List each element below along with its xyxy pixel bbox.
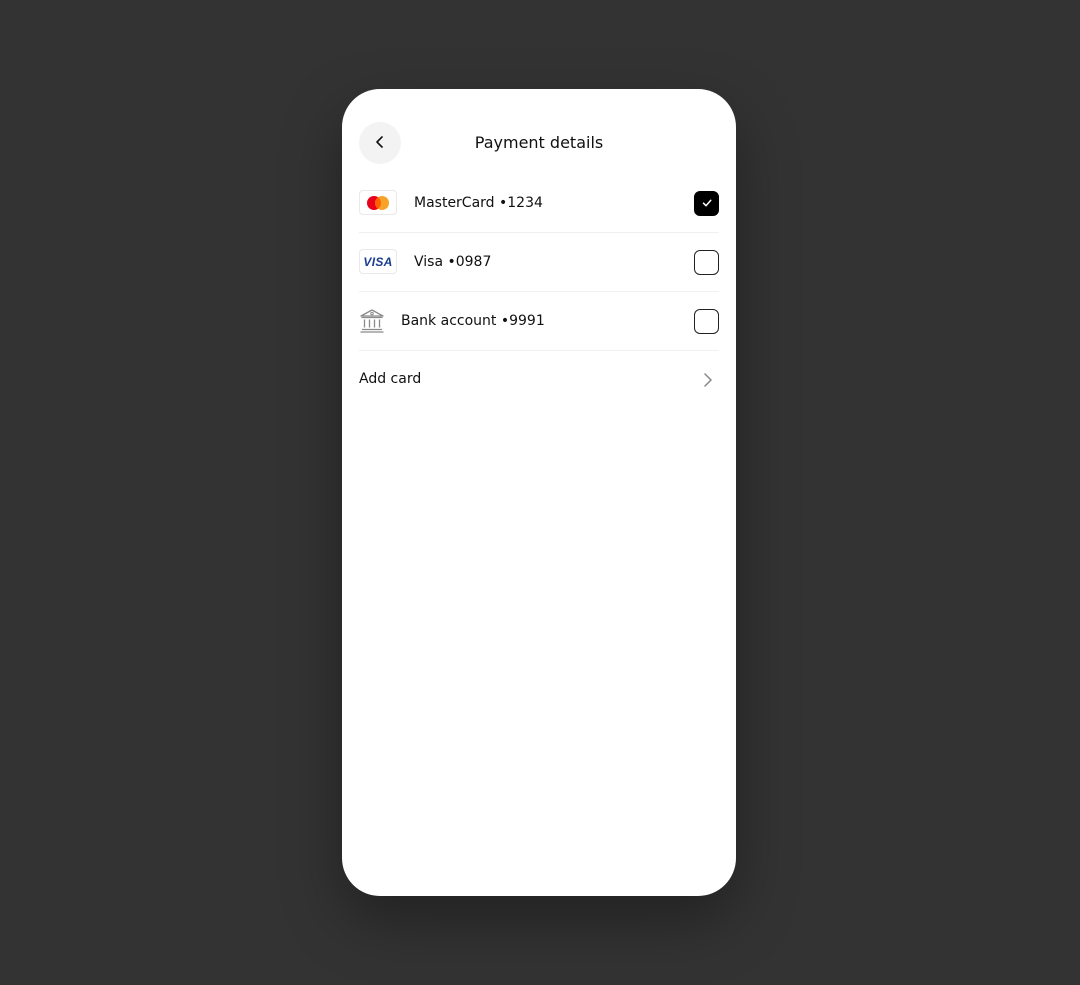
payment-method-label: Visa •0987 xyxy=(414,254,492,270)
payment-method-visa[interactable]: VISA Visa •0987 xyxy=(359,234,719,292)
add-card-row[interactable]: Add card xyxy=(359,351,719,409)
page-title: Payment details xyxy=(474,133,604,152)
payment-method-label: Bank account •9991 xyxy=(401,313,545,329)
visa-logo-text: VISA xyxy=(363,254,393,269)
payment-method-mastercard[interactable]: MasterCard •1234 xyxy=(359,175,719,233)
payment-method-bank-account[interactable]: Bank account •9991 xyxy=(359,293,719,351)
bank-account-checkbox[interactable] xyxy=(694,309,719,334)
visa-checkbox[interactable] xyxy=(694,250,719,275)
mastercard-checkbox[interactable] xyxy=(694,191,719,216)
chevron-right-icon xyxy=(703,372,713,392)
payment-method-label: MasterCard •1234 xyxy=(414,195,543,211)
mastercard-logo xyxy=(359,190,397,215)
bank-icon xyxy=(359,308,385,334)
add-card-label: Add card xyxy=(359,371,422,387)
visa-logo: VISA xyxy=(359,249,397,274)
phone-screen: Payment details MasterCard •1234 VISA Vi… xyxy=(342,89,736,896)
checkmark-icon xyxy=(701,194,713,213)
